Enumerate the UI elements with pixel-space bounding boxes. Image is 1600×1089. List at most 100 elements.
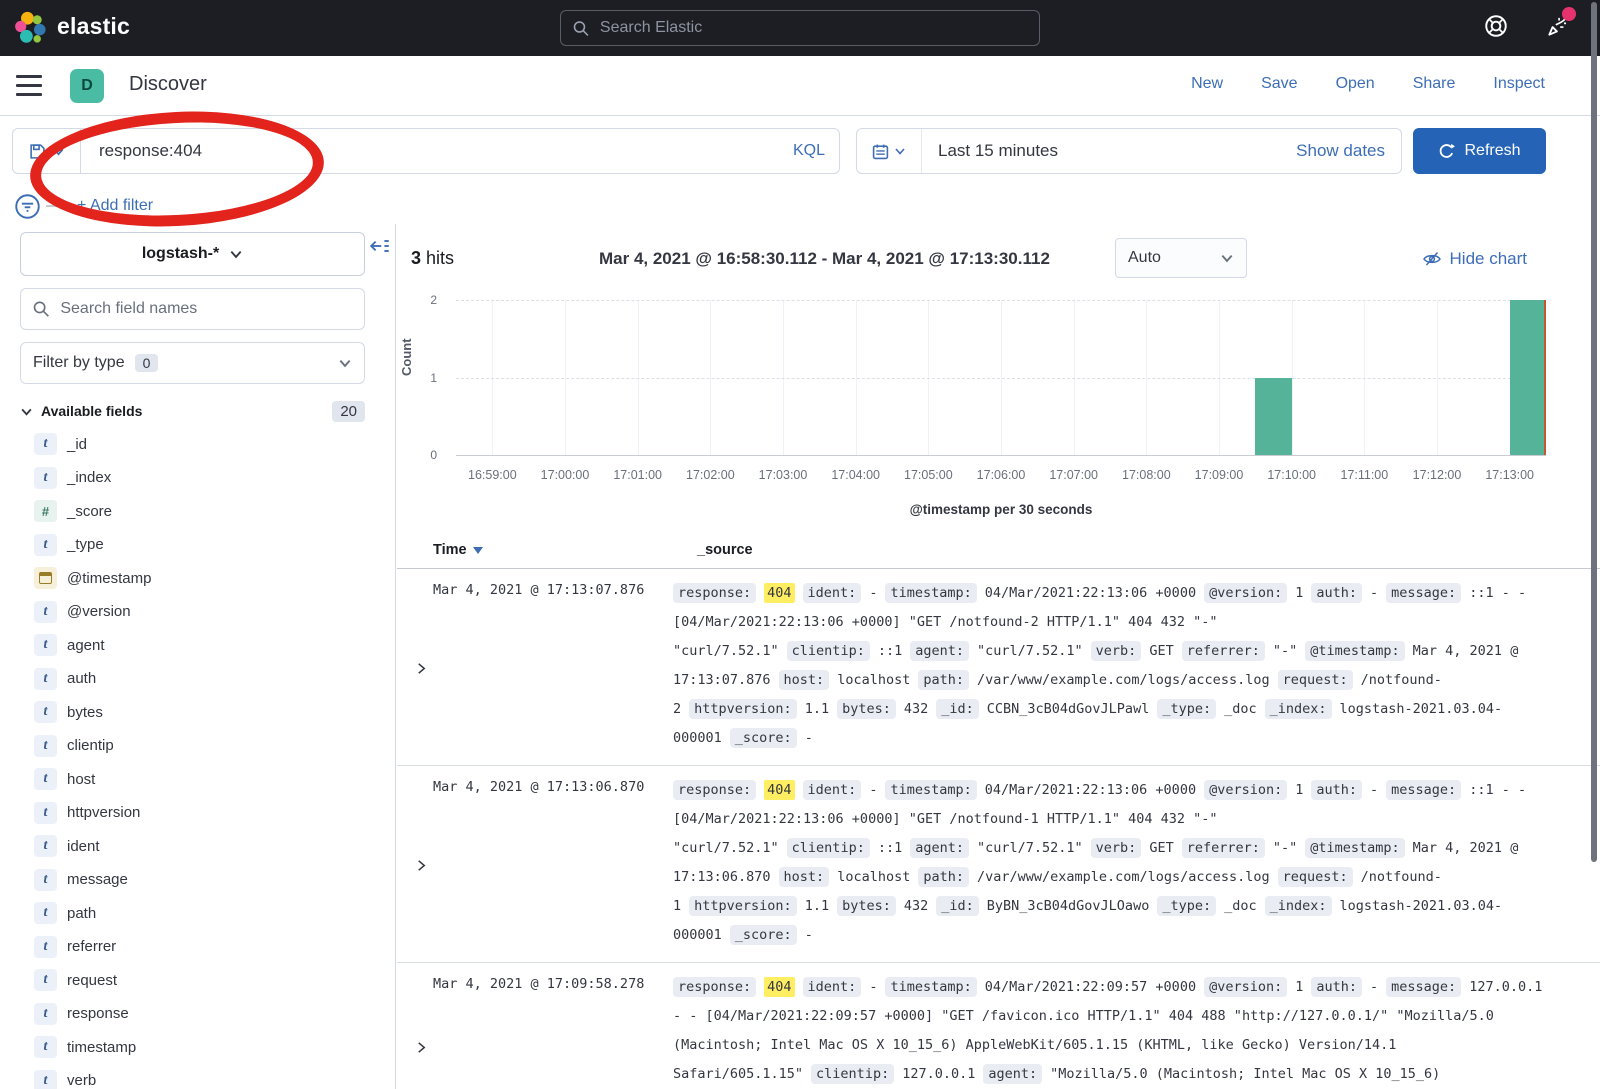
y-axis-labels: 012 [397, 290, 447, 540]
hits-count: 3 hits [411, 248, 454, 269]
expand-row-button[interactable] [409, 776, 433, 950]
elastic-logo-icon [14, 10, 47, 43]
field-item-agent[interactable]: tagent [20, 633, 376, 657]
gridline [456, 300, 1546, 301]
field-item-bytes[interactable]: tbytes [20, 700, 376, 724]
show-dates-button[interactable]: Show dates [1296, 141, 1401, 161]
query-input[interactable] [81, 141, 839, 161]
source-field-name: httpversion: [689, 699, 797, 719]
source-field-value: - [869, 782, 877, 798]
source-field-name: ident: [803, 977, 862, 997]
field-search-box[interactable] [20, 288, 365, 330]
x-tick-label: 17:00:00 [541, 468, 590, 482]
filter-by-type-dropdown[interactable]: Filter by type 0 [20, 342, 365, 384]
expand-row-button[interactable] [409, 973, 433, 1089]
source-field-name: response: [673, 583, 756, 603]
chart-time-range: Mar 4, 2021 @ 16:58:30.112 - Mar 4, 2021… [599, 249, 1050, 269]
field-item-_index[interactable]: t_index [20, 466, 376, 490]
chevron-down-icon [338, 356, 352, 370]
chevron-down-icon [229, 247, 243, 261]
field-item-verb[interactable]: tverb [20, 1069, 376, 1089]
field-item-clientip[interactable]: tclientip [20, 734, 376, 758]
eye-slash-icon [1422, 249, 1442, 269]
field-item-_id[interactable]: t_id [20, 432, 376, 456]
open-button[interactable]: Open [1336, 75, 1375, 93]
space-avatar[interactable]: D [70, 69, 104, 103]
field-item-_type[interactable]: t_type [20, 533, 376, 557]
hide-chart-button[interactable]: Hide chart [1422, 249, 1527, 269]
field-item-timestamp[interactable]: ttimestamp [20, 1035, 376, 1059]
new-button[interactable]: New [1191, 75, 1223, 93]
histogram-plot[interactable] [456, 300, 1546, 456]
source-field-value: ByBN_3cB04dGovJLOawo [987, 898, 1150, 914]
source-field-value: - [1370, 979, 1378, 995]
field-name: verb [67, 1072, 96, 1089]
hits-number: 3 [411, 248, 421, 268]
field-item-@version[interactable]: t@version [20, 600, 376, 624]
date-field-icon [34, 567, 57, 589]
field-name: @timestamp [67, 570, 151, 587]
y-tick-label: 0 [430, 448, 437, 462]
source-field-name: timestamp: [885, 780, 976, 800]
global-search-bar[interactable] [560, 10, 1040, 46]
field-item-auth[interactable]: tauth [20, 667, 376, 691]
field-name: request [67, 972, 117, 989]
index-pattern-switcher[interactable]: logstash-* [20, 232, 365, 276]
source-field-value: /var/www/example.com/logs/access.log [977, 869, 1270, 885]
field-item-request[interactable]: t request [20, 968, 376, 992]
field-item-path[interactable]: tpath [20, 901, 376, 925]
field-search-input[interactable] [58, 299, 352, 319]
saved-query-icon [29, 143, 46, 160]
field-name: message [67, 871, 128, 888]
highlighted-value: 404 [764, 583, 794, 603]
text-field-icon: t [34, 768, 57, 790]
field-item-message[interactable]: tmessage [20, 868, 376, 892]
field-item-host[interactable]: thost [20, 767, 376, 791]
filter-icon[interactable] [14, 193, 41, 220]
scrollbar-thumb[interactable] [1591, 2, 1597, 862]
add-filter-button[interactable]: + Add filter [77, 197, 153, 215]
x-tick-label: 17:06:00 [977, 468, 1026, 482]
expand-row-button[interactable] [409, 579, 433, 753]
field-item-ident[interactable]: tident [20, 834, 376, 858]
source-field-name: host: [779, 867, 830, 887]
field-name: agent [67, 637, 105, 654]
text-field-icon: t [34, 534, 57, 556]
field-item-@timestamp[interactable]: @timestamp [20, 566, 376, 590]
source-field-name: @version: [1204, 977, 1287, 997]
date-picker-calendar-button[interactable] [857, 129, 922, 173]
collapse-sidebar-icon[interactable] [370, 236, 390, 256]
saved-query-menu-button[interactable] [12, 128, 80, 174]
field-name: _score [67, 503, 112, 520]
source-field-name: _index: [1265, 699, 1332, 719]
histogram-bar-17:09:30[interactable] [1255, 378, 1291, 456]
time-range-value[interactable]: Last 15 minutes [922, 141, 1296, 161]
help-icon[interactable] [1482, 12, 1510, 40]
x-tick-label: 17:07:00 [1049, 468, 1098, 482]
share-button[interactable]: Share [1413, 75, 1456, 93]
field-item-httpversion[interactable]: thttpversion [20, 801, 376, 825]
global-search-input[interactable] [598, 18, 1027, 38]
inspect-button[interactable]: Inspect [1493, 75, 1545, 93]
source-field-value: "-" [1273, 643, 1297, 659]
field-item-response[interactable]: tresponse [20, 1002, 376, 1026]
field-item-_score[interactable]: #_score [20, 499, 376, 523]
text-field-icon: t [34, 969, 57, 991]
elastic-logo[interactable]: elastic [14, 10, 130, 43]
column-header-time[interactable]: Time [433, 542, 697, 558]
chevron-down-icon [894, 145, 906, 157]
menu-icon[interactable] [16, 75, 42, 96]
source-field-name: path: [918, 670, 969, 690]
query-language-button[interactable]: KQL [793, 142, 825, 160]
news-icon[interactable] [1544, 12, 1572, 40]
interval-select[interactable]: Auto [1115, 238, 1247, 278]
available-fields-header[interactable]: Available fields 20 [20, 398, 365, 424]
histogram-bar-17:13:00[interactable] [1510, 300, 1546, 455]
save-button[interactable]: Save [1261, 75, 1297, 93]
text-field-icon: t [34, 467, 57, 489]
field-item-referrer[interactable]: treferrer [20, 935, 376, 959]
source-field-value: 04/Mar/2021:22:09:57 +0000 [985, 979, 1196, 995]
refresh-button[interactable]: Refresh [1413, 128, 1546, 174]
y-tick-label: 2 [430, 293, 437, 307]
source-field-name: request: [1278, 867, 1353, 887]
